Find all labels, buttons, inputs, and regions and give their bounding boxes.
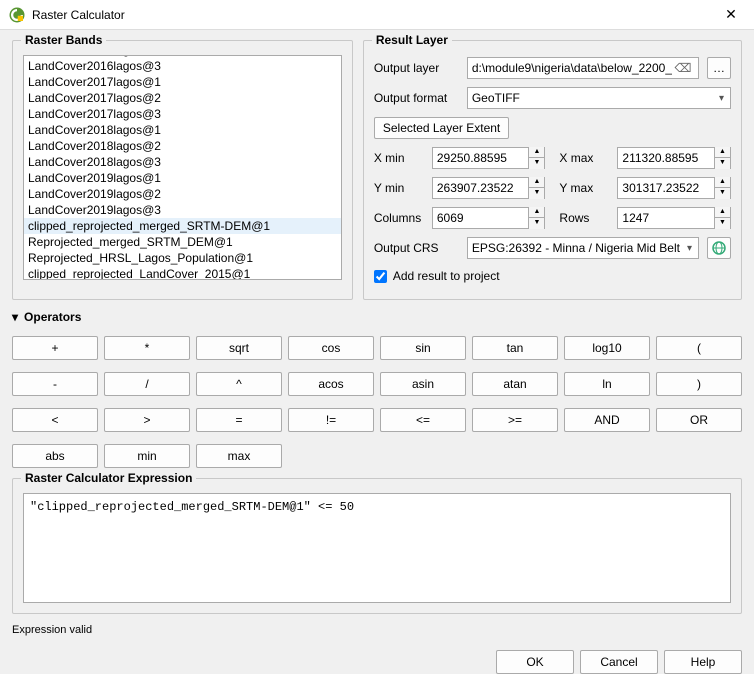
raster-band-item[interactable]: Reprojected_HRSL_Lagos_Population@1 — [24, 250, 341, 266]
operator-button[interactable]: tan — [472, 336, 558, 360]
ymin-label: Y min — [374, 181, 424, 195]
output-layer-label: Output layer — [374, 61, 459, 75]
operator-button[interactable]: OR — [656, 408, 742, 432]
add-to-project-label: Add result to project — [393, 269, 500, 283]
operator-button[interactable]: min — [104, 444, 190, 468]
raster-band-item[interactable]: clipped_reprojected_merged_SRTM-DEM@1 — [24, 218, 341, 234]
output-format-label: Output format — [374, 91, 459, 105]
help-button[interactable]: Help — [664, 650, 742, 674]
operators-row4: absminmax — [12, 444, 742, 468]
selected-layer-extent-button[interactable]: Selected Layer Extent — [374, 117, 509, 139]
operator-button[interactable]: <= — [380, 408, 466, 432]
raster-bands-title: Raster Bands — [21, 33, 106, 47]
columns-field[interactable]: ▲▼ — [432, 207, 546, 229]
raster-band-item[interactable]: LandCover2017lagos@1 — [24, 74, 341, 90]
operator-button[interactable]: sin — [380, 336, 466, 360]
raster-band-item[interactable]: LandCover2019lagos@2 — [24, 186, 341, 202]
operator-button[interactable]: log10 — [564, 336, 650, 360]
operator-button[interactable]: sqrt — [196, 336, 282, 360]
expression-textarea[interactable] — [23, 493, 731, 603]
raster-band-item[interactable]: LandCover2017lagos@2 — [24, 90, 341, 106]
xmin-field[interactable]: ▲▼ — [432, 147, 546, 169]
cancel-button[interactable]: Cancel — [580, 650, 658, 674]
operator-button[interactable]: acos — [288, 372, 374, 396]
operators-row1: +*sqrtcossintanlog10( — [12, 336, 742, 360]
output-format-combo[interactable]: GeoTIFF — [467, 87, 731, 109]
raster-bands-group: Raster Bands LandCover2016lagos@2LandCov… — [12, 40, 353, 300]
rows-field[interactable]: ▲▼ — [617, 207, 731, 229]
output-crs-label: Output CRS — [374, 241, 459, 255]
result-layer-title: Result Layer — [372, 33, 452, 47]
operators-title: Operators — [24, 310, 81, 324]
close-icon[interactable]: ✕ — [716, 6, 746, 23]
xmin-label: X min — [374, 151, 424, 165]
operator-button[interactable]: cos — [288, 336, 374, 360]
raster-band-item[interactable]: LandCover2018lagos@3 — [24, 154, 341, 170]
operators-row3: <>=!=<=>=ANDOR — [12, 408, 742, 432]
operators-row2: -/^acosasinatanln) — [12, 372, 742, 396]
operator-button[interactable]: ) — [656, 372, 742, 396]
operator-button[interactable]: * — [104, 336, 190, 360]
ymax-label: Y max — [559, 181, 609, 195]
xmax-field[interactable]: ▲▼ — [617, 147, 731, 169]
clear-output-icon[interactable]: ⌫ — [672, 61, 694, 75]
operator-button[interactable]: abs — [12, 444, 98, 468]
raster-band-item[interactable]: LandCover2016lagos@3 — [24, 58, 341, 74]
raster-band-item[interactable]: LandCover2018lagos@1 — [24, 122, 341, 138]
raster-band-item[interactable]: LandCover2018lagos@2 — [24, 138, 341, 154]
expression-status: Expression valid — [12, 624, 742, 636]
crs-picker-button[interactable] — [707, 237, 731, 259]
raster-band-item[interactable]: LandCover2019lagos@3 — [24, 202, 341, 218]
operator-button[interactable]: atan — [472, 372, 558, 396]
operator-button[interactable]: ( — [656, 336, 742, 360]
operator-button[interactable]: AND — [564, 408, 650, 432]
columns-label: Columns — [374, 211, 424, 225]
output-layer-field[interactable]: d:\module9\nigeria\data\below_2200_ — [472, 61, 672, 75]
ok-button[interactable]: OK — [496, 650, 574, 674]
operator-button[interactable]: / — [104, 372, 190, 396]
browse-output-button[interactable]: … — [707, 57, 731, 79]
operator-button[interactable]: = — [196, 408, 282, 432]
ymax-field[interactable]: ▲▼ — [617, 177, 731, 199]
raster-band-item[interactable]: Reprojected_merged_SRTM_DEM@1 — [24, 234, 341, 250]
xmax-label: X max — [559, 151, 609, 165]
operator-button[interactable]: asin — [380, 372, 466, 396]
rows-label: Rows — [559, 211, 609, 225]
operator-button[interactable]: ^ — [196, 372, 282, 396]
operator-button[interactable]: < — [12, 408, 98, 432]
operator-button[interactable]: > — [104, 408, 190, 432]
operator-button[interactable]: - — [12, 372, 98, 396]
operator-button[interactable]: max — [196, 444, 282, 468]
globe-icon — [712, 241, 726, 255]
operator-button[interactable]: != — [288, 408, 374, 432]
operator-button[interactable]: ln — [564, 372, 650, 396]
expression-title: Raster Calculator Expression — [21, 471, 196, 485]
chevron-down-icon: ▾ — [12, 310, 18, 324]
raster-band-item[interactable]: LandCover2019lagos@1 — [24, 170, 341, 186]
qgis-logo-icon — [8, 6, 26, 24]
add-to-project-checkbox[interactable] — [374, 270, 387, 283]
result-layer-group: Result Layer Output layer d:\module9\nig… — [363, 40, 742, 300]
operator-button[interactable]: + — [12, 336, 98, 360]
expression-group: Raster Calculator Expression — [12, 478, 742, 614]
ymin-field[interactable]: ▲▼ — [432, 177, 546, 199]
operators-toggle[interactable]: ▾ Operators — [12, 310, 742, 324]
raster-band-item[interactable]: clipped_reprojected_LandCover_2015@1 — [24, 266, 341, 280]
window-title: Raster Calculator — [32, 8, 716, 22]
output-crs-combo[interactable]: EPSG:26392 - Minna / Nigeria Mid Belt — [467, 237, 699, 259]
raster-band-item[interactable]: LandCover2017lagos@3 — [24, 106, 341, 122]
raster-bands-list[interactable]: LandCover2016lagos@2LandCover2016lagos@3… — [23, 55, 342, 280]
operator-button[interactable]: >= — [472, 408, 558, 432]
